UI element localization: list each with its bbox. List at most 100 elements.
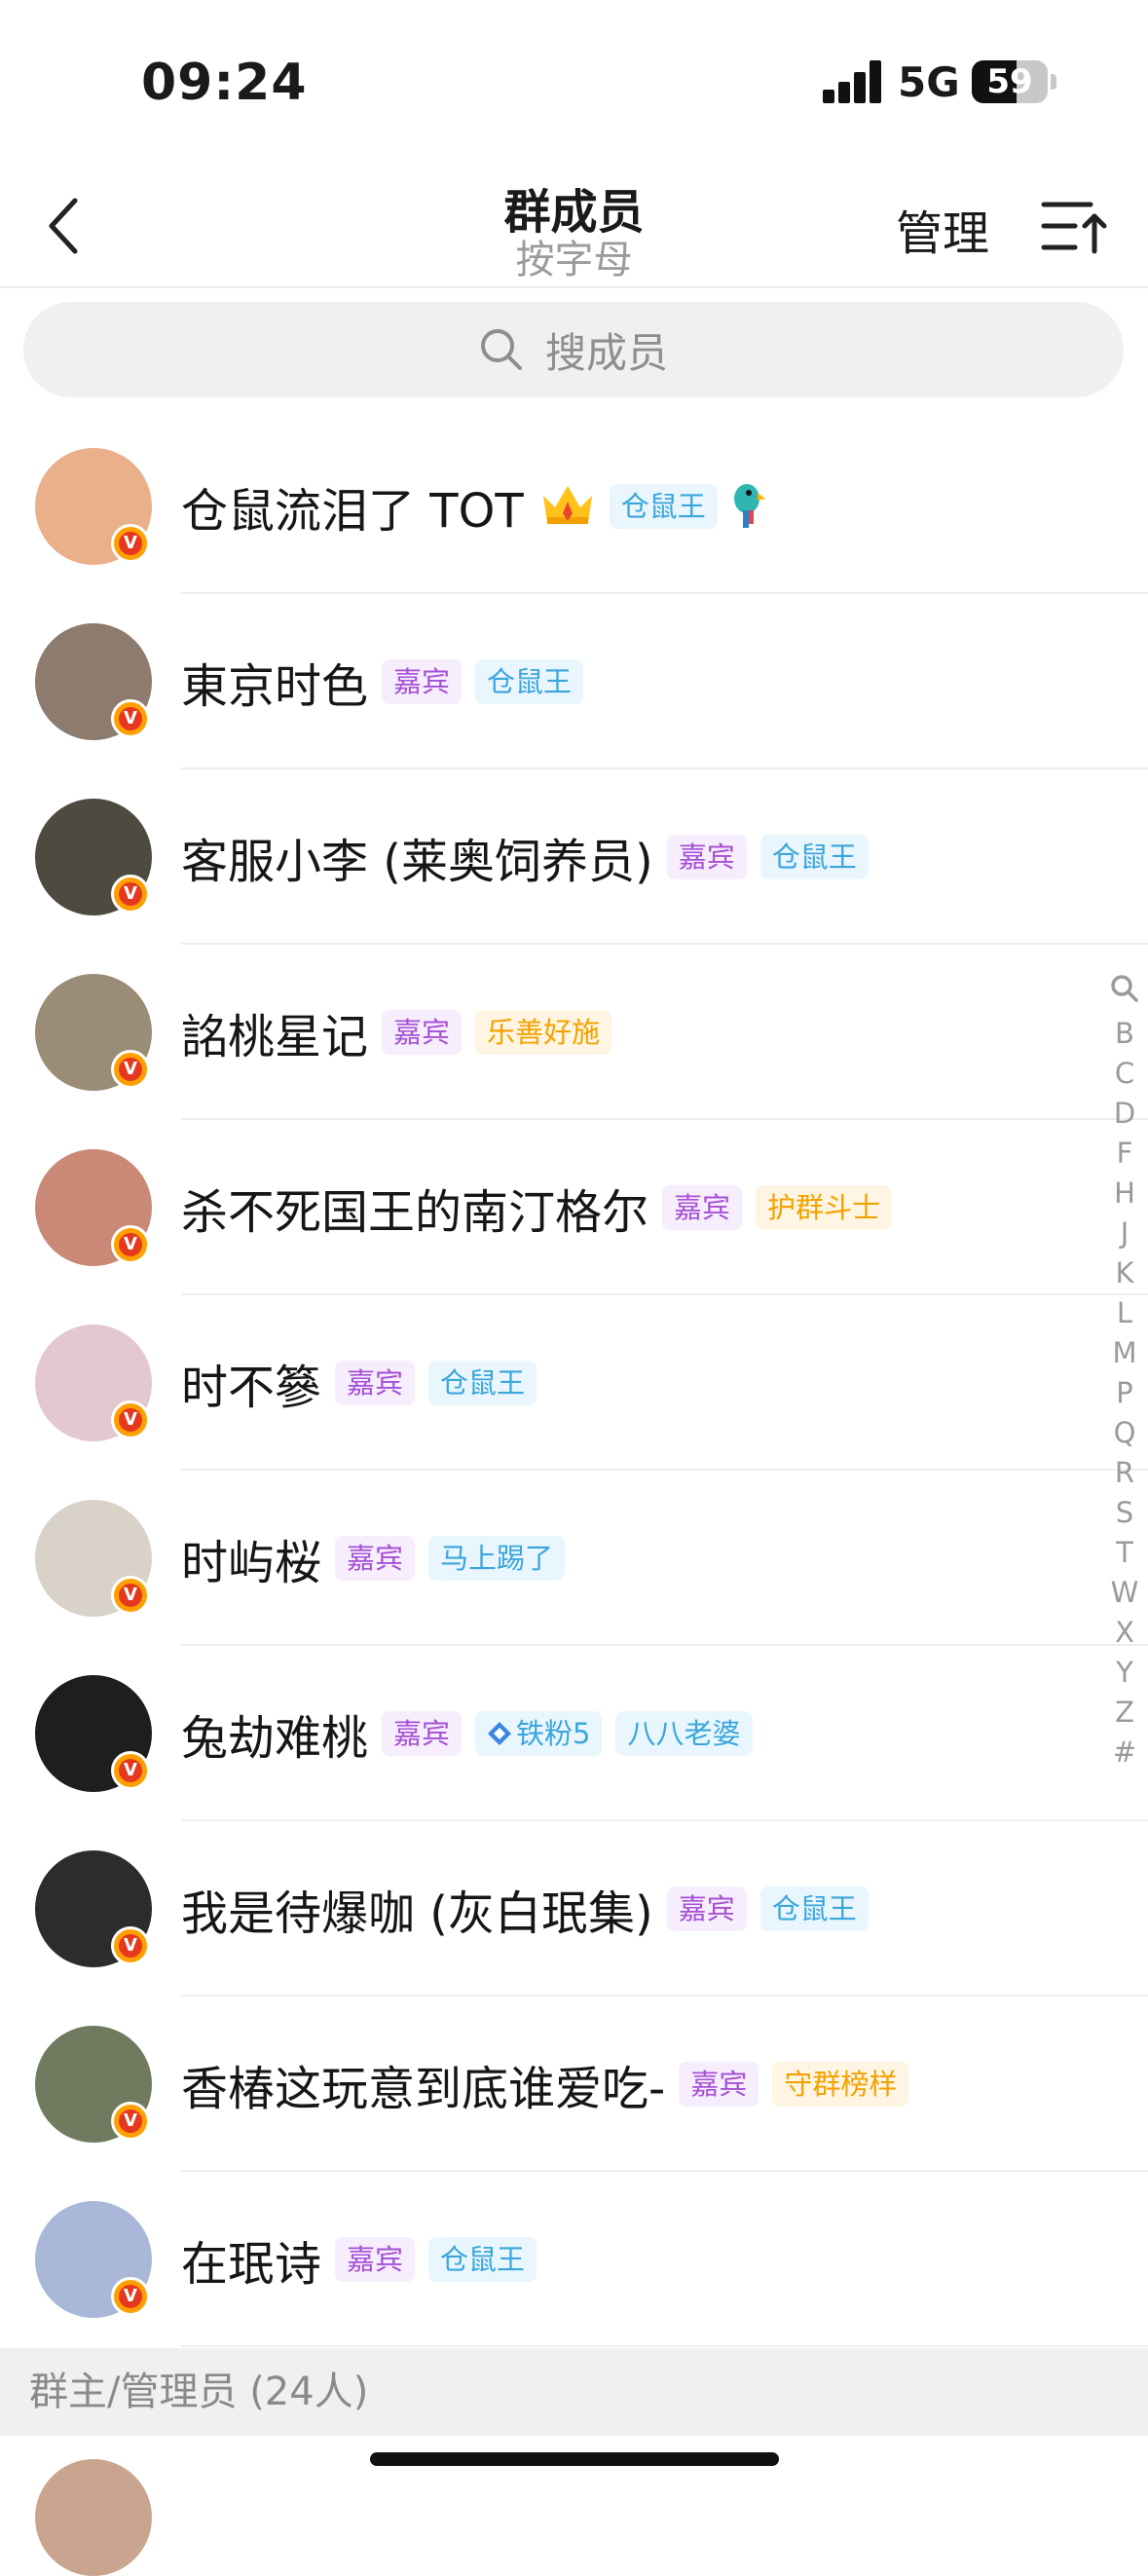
sort-button[interactable] (1040, 191, 1110, 259)
battery-icon: 59 (972, 60, 1048, 103)
member-tag-label: 护群斗士 (767, 1191, 881, 1224)
status-time: 09:24 (141, 54, 308, 112)
verified-badge-icon: V (111, 1050, 150, 1089)
index-letter[interactable]: L (1106, 1293, 1143, 1333)
member-tag: 马上踢了 (428, 1536, 566, 1581)
row-divider (181, 2345, 1148, 2347)
member-tag-label: 嘉宾 (393, 1717, 451, 1750)
member-tag: 仓鼠王 (759, 1886, 869, 1931)
member-tag-label: 仓鼠王 (440, 1366, 526, 1400)
member-name: 时不篸 (181, 1361, 322, 1415)
sort-ascending-icon (1041, 202, 1107, 254)
member-tag-label: 仓鼠王 (771, 1892, 857, 1925)
member-tag: 守群榜样 (772, 2062, 909, 2107)
index-letter[interactable]: X (1106, 1613, 1143, 1653)
member-info: 東京时色 嘉宾 仓鼠王 (181, 594, 584, 769)
index-letter[interactable]: K (1106, 1253, 1143, 1293)
member-tag: 仓鼠王 (428, 1361, 537, 1405)
manage-button[interactable]: 管理 (896, 195, 989, 263)
member-tag-label: 嘉宾 (678, 1892, 735, 1925)
member-tag-label: 仓鼠王 (620, 490, 706, 523)
member-tag: 嘉宾 (382, 1010, 463, 1055)
home-indicator[interactable] (370, 2452, 779, 2466)
member-tag: 乐善好施 (475, 1010, 612, 1055)
member-tag: 铁粉5 (475, 1711, 603, 1756)
member-row[interactable]: V 在珉诗 嘉宾 仓鼠王 (0, 2172, 1148, 2347)
index-letter[interactable]: F (1106, 1134, 1143, 1174)
index-letter[interactable]: S (1106, 1493, 1143, 1533)
nav-bar: 群成员 按字母 管理 (0, 166, 1148, 288)
member-name: 香椿这玩意到底谁爱吃- (181, 2062, 666, 2116)
member-name: 时屿桜 (181, 1536, 322, 1590)
index-letter[interactable]: M (1106, 1333, 1143, 1373)
search-bar[interactable]: 搜成员 (23, 302, 1124, 397)
member-tag-label: 仓鼠王 (487, 665, 573, 698)
member-tag: 嘉宾 (335, 1536, 416, 1581)
member-name: 東京时色 (181, 659, 369, 714)
member-name: 仓鼠流泪了 TOT (181, 484, 524, 539)
index-letter[interactable]: Z (1106, 1693, 1143, 1733)
index-letter[interactable]: H (1106, 1174, 1143, 1213)
member-tag: 仓鼠王 (609, 484, 718, 529)
member-row[interactable]: V 客服小李 (莱奥饲养员) 嘉宾 仓鼠王 (0, 769, 1148, 945)
member-list: V 仓鼠流泪了 TOT 仓鼠王 V 東京时色 嘉宾 仓鼠王 V 客服小李 (莱奥饲养员) 嘉宾 仓鼠… (0, 419, 1148, 2347)
verified-badge-icon: V (111, 2102, 150, 2141)
member-row[interactable]: V 时不篸 嘉宾 仓鼠王 (0, 1295, 1148, 1471)
member-row[interactable]: V 兔劫难桃 嘉宾 铁粉5 八八老婆 (0, 1646, 1148, 1821)
member-row[interactable]: V 仓鼠流泪了 TOT 仓鼠王 (0, 419, 1148, 594)
index-letter[interactable]: Y (1106, 1653, 1143, 1693)
member-name: 兔劫难桃 (181, 1711, 369, 1766)
verified-badge-icon: V (111, 1751, 150, 1790)
member-tag-label: 仓鼠王 (440, 2243, 526, 2276)
member-info: 客服小李 (莱奥饲养员) 嘉宾 仓鼠王 (181, 769, 869, 945)
member-tag: 嘉宾 (679, 2062, 759, 2107)
member-tag-label: 嘉宾 (393, 1016, 451, 1049)
verified-badge-letter: V (119, 707, 142, 730)
crown-icon (539, 482, 596, 531)
index-letter[interactable]: Q (1106, 1413, 1143, 1453)
member-row[interactable]: V 東京时色 嘉宾 仓鼠王 (0, 594, 1148, 769)
member-tag: 八八老婆 (615, 1711, 753, 1756)
index-letter[interactable]: C (1106, 1054, 1143, 1094)
member-name: 在珉诗 (181, 2237, 322, 2292)
index-search-icon[interactable] (1106, 974, 1143, 1014)
section-header-admins: 群主/管理员 (24人) (0, 2348, 1148, 2436)
index-letter[interactable]: W (1106, 1573, 1143, 1613)
member-tag-label: 马上踢了 (440, 1542, 554, 1575)
parrot-icon (727, 479, 766, 534)
member-info: 我是待爆咖 (灰白珉集) 嘉宾 仓鼠王 (181, 1821, 869, 1997)
verified-badge-icon: V (111, 1926, 150, 1965)
verified-badge-letter: V (119, 882, 142, 906)
verified-badge-letter: V (119, 2285, 142, 2308)
index-letter[interactable]: P (1106, 1373, 1143, 1413)
verified-badge-letter: V (119, 1759, 142, 1782)
index-letter[interactable]: J (1106, 1213, 1143, 1253)
member-tag-label: 嘉宾 (678, 840, 735, 874)
member-row[interactable]: V 詺桃星记 嘉宾 乐善好施 (0, 945, 1148, 1120)
status-bar: 09:24 5G 59 (0, 0, 1148, 166)
member-row[interactable]: V 时屿桜 嘉宾 马上踢了 (0, 1471, 1148, 1646)
verified-badge-icon: V (111, 875, 150, 914)
index-letter[interactable]: D (1106, 1094, 1143, 1134)
verified-badge-letter: V (119, 1584, 142, 1607)
verified-badge-letter: V (119, 532, 142, 555)
index-letter[interactable]: T (1106, 1533, 1143, 1573)
member-tag: 嘉宾 (382, 659, 463, 704)
avatar[interactable] (35, 2459, 152, 2576)
member-info: 仓鼠流泪了 TOT 仓鼠王 (181, 419, 766, 594)
index-letter[interactable]: # (1106, 1733, 1143, 1773)
index-letter[interactable]: R (1106, 1453, 1143, 1493)
member-tag: 嘉宾 (666, 835, 747, 879)
member-row[interactable]: V 杀不死国王的南汀格尔 嘉宾 护群斗士 (0, 1120, 1148, 1295)
member-info: 时屿桜 嘉宾 马上踢了 (181, 1471, 566, 1646)
member-tag-label: 嘉宾 (347, 2243, 404, 2276)
member-tag-label: 仓鼠王 (771, 840, 857, 874)
member-name: 詺桃星记 (181, 1010, 369, 1064)
verified-badge-icon: V (111, 1400, 150, 1439)
member-row[interactable]: V 香椿这玩意到底谁爱吃- 嘉宾 守群榜样 (0, 1997, 1148, 2172)
member-tag: 仓鼠王 (759, 835, 869, 879)
index-letter[interactable]: B (1106, 1014, 1143, 1054)
member-name: 我是待爆咖 (灰白珉集) (181, 1886, 653, 1941)
alphabet-index[interactable]: B C D F H J K L M P Q R S T W X Y Z # (1106, 974, 1143, 1773)
member-row[interactable]: V 我是待爆咖 (灰白珉集) 嘉宾 仓鼠王 (0, 1821, 1148, 1997)
